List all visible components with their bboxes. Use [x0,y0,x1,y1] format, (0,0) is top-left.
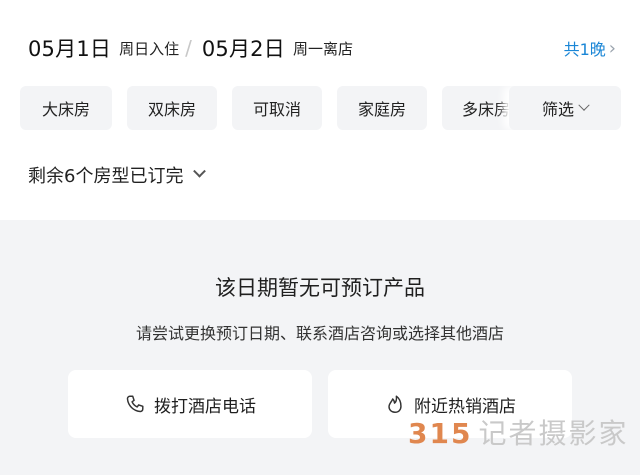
watermark: 315 记者摄影家 [408,412,628,452]
filter-button-label: 筛选 [541,100,574,119]
watermark-text: 记者摄影家 [478,417,629,450]
date-and-filter-panel: 05月1日 周日入住 / 05月2日 周一离店 共1晚 › 大床房 双床房 可取… [0,0,640,220]
chevron-down-icon [578,99,590,111]
nights-count: 共1晚 [563,40,606,59]
filter-chip-cancellable[interactable]: 可取消 [232,86,322,130]
checkout-label: 周一离店 [292,39,353,58]
filter-chip-family-room[interactable]: 家庭房 [337,86,427,130]
checkout-date[interactable]: 05月2日 [202,33,285,63]
date-separator: / [185,36,192,60]
call-hotel-label: 拨打酒店电话 [154,396,256,417]
date-row[interactable]: 05月1日 周日入住 / 05月2日 周一离店 共1晚 › [28,30,616,66]
chevron-down-icon [193,164,207,178]
filter-button[interactable]: 筛选 [509,86,621,130]
filter-chip-king-bed[interactable]: 大床房 [20,86,112,130]
filter-chip-twin-bed[interactable]: 双床房 [127,86,217,130]
call-hotel-button[interactable]: 拨打酒店电话 [68,370,312,438]
checkin-label: 周日入住 [119,39,180,58]
room-filter-bar: 大床房 双床房 可取消 家庭房 多床房 筛选 [20,86,640,132]
soldout-rooms-toggle[interactable]: 剩余6个房型已订完 [28,162,207,188]
empty-state-title: 该日期暂无可预订产品 [215,276,425,300]
empty-state-subtitle: 请尝试更换预订日期、联系酒店咨询或选择其他酒店 [135,324,504,343]
phone-icon [124,393,146,415]
watermark-number: 315 [408,417,473,450]
nights-count-link[interactable]: 共1晚 › [564,36,616,60]
soldout-rooms-text: 剩余6个房型已订完 [28,166,184,187]
checkin-date[interactable]: 05月1日 [28,33,111,63]
chevron-right-icon: › [608,37,616,59]
flame-icon [384,393,406,415]
